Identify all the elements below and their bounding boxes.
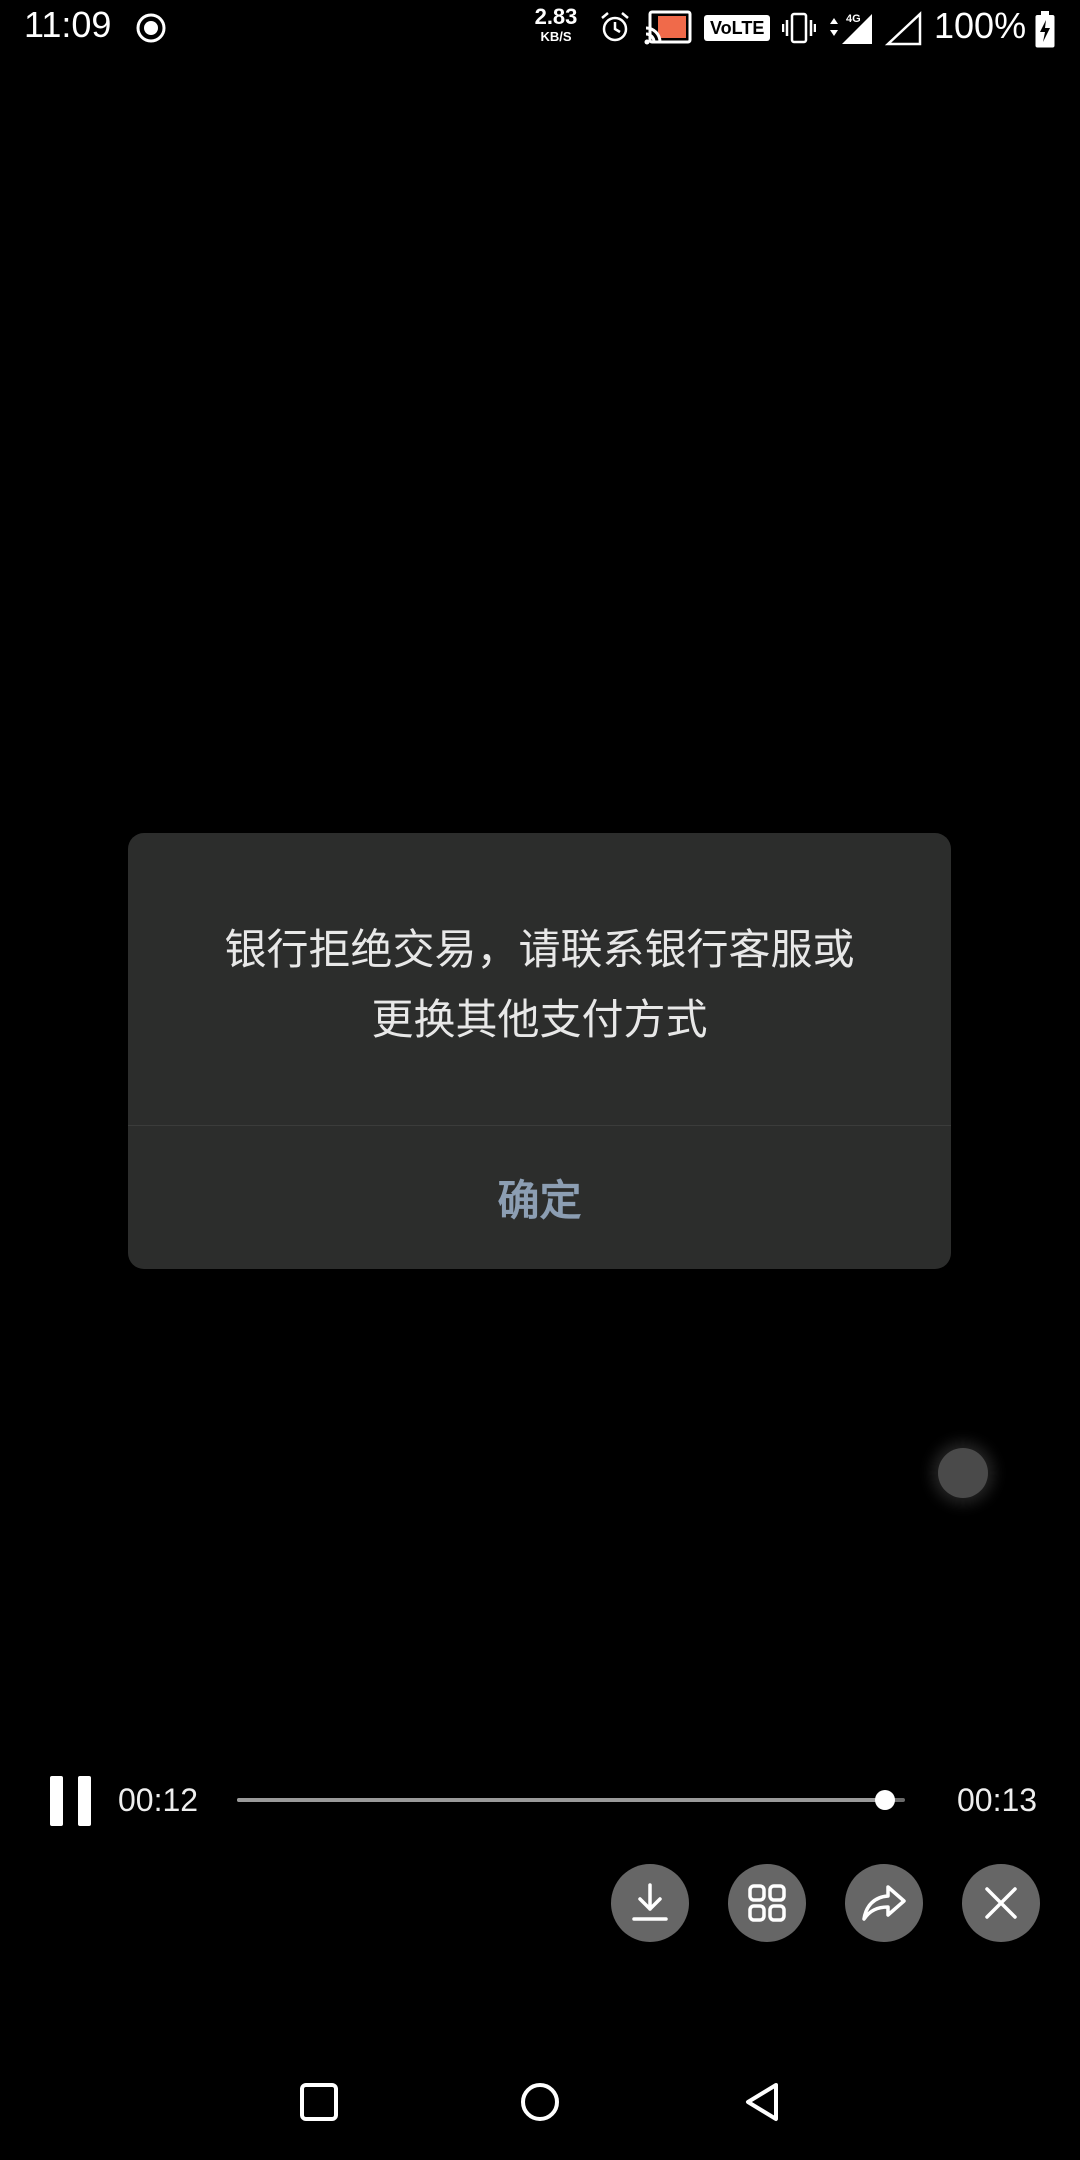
dialog-message-line-1: 银行拒绝交易，请联系银行客服或	[224, 925, 855, 974]
record-icon	[136, 13, 166, 43]
progress-thumb[interactable]	[874, 1790, 895, 1810]
alert-dialog: 银行拒绝交易，请联系银行客服或 更换其他支付方式 确定	[128, 833, 951, 1269]
alarm-icon	[601, 12, 629, 42]
close-icon	[985, 1887, 1017, 1919]
floating-assistive-button[interactable]	[938, 1448, 988, 1498]
signal-icon	[884, 11, 922, 46]
dialog-message-line-2: 更换其他支付方式	[371, 995, 708, 1044]
dialog-message: 银行拒绝交易，请联系银行客服或 更换其他支付方式	[128, 915, 951, 1055]
home-button[interactable]	[518, 2080, 562, 2124]
signal-4g-icon: 4G	[830, 13, 872, 44]
progress-fill	[237, 1798, 885, 1802]
home-icon	[521, 2083, 559, 2121]
volte-badge: VoLTE	[704, 15, 771, 41]
battery-charging-icon	[1035, 11, 1055, 48]
download-icon	[632, 1883, 668, 1921]
pause-button[interactable]	[50, 1776, 92, 1826]
vibrate-icon	[782, 12, 816, 44]
battery-percent: 100%	[934, 5, 1027, 46]
total-time: 00:13	[957, 1782, 1038, 1818]
network-speed-unit: KB/S	[540, 29, 572, 44]
grid-icon	[748, 1884, 786, 1922]
back-icon	[746, 2083, 778, 2121]
grid-button[interactable]	[728, 1864, 806, 1942]
pause-icon-bar-right	[78, 1776, 91, 1826]
progress-bar[interactable]	[237, 1790, 905, 1810]
confirm-button[interactable]: 确定	[128, 1126, 951, 1269]
share-button[interactable]	[845, 1864, 923, 1942]
network-type-label: 4G	[846, 13, 861, 25]
recent-apps-icon	[300, 2083, 338, 2121]
current-time: 00:12	[118, 1782, 199, 1818]
network-speed: 2.83 KB/S	[528, 4, 584, 44]
status-bar: 11:09 2.83 KB/S VoLTE 4G 100%	[0, 0, 1080, 58]
status-time: 11:09	[24, 4, 112, 45]
network-speed-value: 2.83	[534, 4, 578, 29]
close-button[interactable]	[962, 1864, 1040, 1942]
recent-apps-button[interactable]	[297, 2080, 341, 2124]
pause-icon-bar-left	[50, 1776, 63, 1826]
download-button[interactable]	[611, 1864, 689, 1942]
cast-icon	[644, 10, 692, 45]
share-icon	[862, 1885, 906, 1921]
back-button[interactable]	[740, 2080, 784, 2124]
